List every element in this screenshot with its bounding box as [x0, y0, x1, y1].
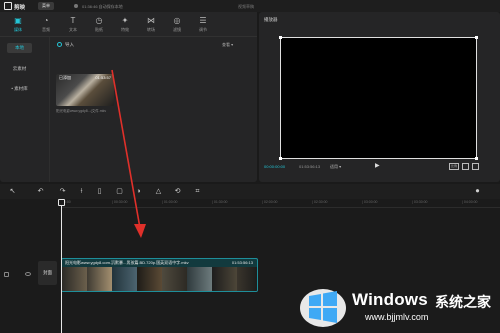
delete-icon[interactable]: ▯ — [95, 187, 104, 196]
project-title: 视频草稿 — [238, 3, 254, 9]
player-panel: 播放器 00:00:00:00 01:53:56:13 适用 ▾ ▶ 比例 — [259, 12, 500, 182]
watermark-brand-cn: 系统之家 — [435, 294, 491, 310]
media-thumbnail[interactable]: 已添加 01:53:57 — [56, 74, 114, 106]
cover-button[interactable]: 封面 — [38, 261, 57, 285]
tab-label: 调节 — [199, 26, 207, 32]
tick-label: | 01:30:00 — [212, 200, 228, 204]
ratio-button[interactable]: 比例 — [449, 163, 459, 170]
clip-frame — [87, 267, 112, 291]
nav-local[interactable]: 本地 — [7, 43, 32, 53]
clip-frame — [62, 267, 87, 291]
filter-icon: ◎ — [173, 16, 181, 25]
clip-duration: 01:53:56:13 — [231, 260, 253, 265]
clip-frame — [212, 267, 237, 291]
app-name: 剪映 — [14, 5, 26, 11]
added-badge: 已添加 — [59, 75, 71, 80]
tab-label: 转场 — [147, 26, 155, 32]
tab-label: 音频 — [42, 26, 50, 32]
media-source-nav: 本地 云素材 • 素材库 — [0, 37, 50, 182]
tab-transition[interactable]: ⋈ 转场 — [141, 14, 161, 34]
tab-effects[interactable]: ✦ 特效 — [115, 14, 135, 34]
tab-label: 贴纸 — [95, 26, 103, 32]
tab-label: 特效 — [121, 26, 129, 32]
tab-filter[interactable]: ◎ 滤镜 — [167, 14, 187, 34]
rotate-icon[interactable]: ⟲ — [173, 187, 182, 196]
thumbnail-filename: 阳光电影www.ygdy8...(文件.mkv — [56, 109, 107, 113]
crop-handle[interactable] — [475, 157, 478, 160]
tick-label: | 04:00:00 — [462, 200, 478, 204]
crop-handle[interactable] — [475, 36, 478, 39]
crop-handle[interactable] — [279, 157, 282, 160]
clip-duration: 01:53:57 — [95, 75, 111, 80]
timeline-clip[interactable]: 阳光电影www.ygdy8.com.沉默暴...男孩篇.BD.720p.国英双语… — [61, 258, 258, 292]
audio-icon: ◔ — [43, 16, 49, 25]
expand-icon[interactable] — [462, 163, 469, 170]
media-panel: ▣ 媒体 ◔ 音频 T 文本 ◷ 贴纸 ✦ 特效 ⋈ 转场 ◎ 滤镜 ☰ 调节 — [0, 12, 257, 182]
transition-icon: ⋈ — [147, 16, 155, 25]
tick-label: | 02:00:00 — [262, 200, 278, 204]
autosave-status-icon — [74, 4, 78, 8]
reverse-icon[interactable]: ◑ — [134, 187, 143, 196]
time-ruler: 00:00 | 00:30:00 | 01:00:00 | 01:30:00 |… — [62, 199, 500, 208]
clip-frame — [137, 267, 162, 291]
tick-label: | 03:30:00 — [412, 200, 428, 204]
undo-icon[interactable]: ↶ — [36, 187, 45, 196]
tab-adjust[interactable]: ☰ 调节 — [193, 14, 213, 34]
play-icon[interactable]: ▶ — [375, 163, 381, 169]
tick-label: | 01:00:00 — [162, 200, 178, 204]
fullscreen-icon[interactable] — [472, 163, 479, 170]
lock-icon[interactable] — [4, 272, 9, 277]
watermark-brand: Windows — [352, 290, 428, 309]
clip-frame — [187, 267, 212, 291]
crop-icon[interactable]: ⌗ — [193, 187, 202, 196]
clip-frame — [237, 267, 257, 291]
crop-handle[interactable] — [279, 36, 282, 39]
adjust-icon: ☰ — [199, 16, 207, 25]
total-time: 01:53:56:13 — [299, 164, 321, 169]
microphone-icon[interactable]: ⏺ — [473, 187, 482, 196]
media-icon: ▣ — [14, 16, 22, 25]
clip-frame — [162, 267, 187, 291]
tab-media[interactable]: ▣ 媒体 — [8, 14, 28, 34]
tab-text[interactable]: T 文本 — [63, 14, 83, 34]
tab-audio[interactable]: ◔ 音频 — [36, 14, 56, 34]
tab-sticker[interactable]: ◷ 贴纸 — [89, 14, 109, 34]
nav-library[interactable]: • 素材库 — [7, 84, 32, 94]
app-logo-icon — [4, 2, 12, 10]
nav-cloud[interactable]: 云素材 — [7, 64, 32, 74]
menu-button[interactable]: 菜单 — [38, 2, 54, 10]
split-icon[interactable]: ⟊ — [77, 187, 86, 196]
edit-toolbar: ↖ ↶ ↷ ⟊ ▯ ▢ ◑ △ ⟲ ⌗ ⏺ — [0, 184, 500, 199]
preview-screen[interactable] — [279, 36, 478, 160]
sticker-icon: ◷ — [95, 16, 103, 25]
clip-title: 阳光电影www.ygdy8.com.沉默暴...男孩篇.BD.720p.国英双语… — [65, 260, 189, 265]
tab-label: 媒体 — [14, 26, 22, 32]
autosave-text: 01:36:46 自动保存本地 — [82, 3, 123, 9]
media-grid: 导入 查看 ▾ 已添加 01:53:57 阳光电影www.ygdy8...(文件… — [50, 37, 257, 182]
import-button[interactable]: 导入 — [65, 42, 74, 48]
import-radio[interactable] — [57, 42, 62, 47]
playhead-handle[interactable] — [58, 199, 65, 206]
tick-label: | 02:30:00 — [312, 200, 328, 204]
player-title: 播放器 — [264, 17, 278, 22]
text-icon: T — [70, 16, 76, 25]
redo-icon[interactable]: ↷ — [58, 187, 67, 196]
quality-select[interactable]: 适用 ▾ — [330, 164, 341, 170]
mirror-icon[interactable]: △ — [154, 187, 163, 196]
clip-frame — [112, 267, 137, 291]
watermark-url: www.bjjmlv.com — [365, 312, 429, 322]
eye-icon[interactable] — [25, 272, 31, 276]
freeze-icon[interactable]: ▢ — [115, 187, 124, 196]
tick-label: | 00:30:00 — [112, 200, 128, 204]
tab-label: 文本 — [69, 26, 77, 32]
view-menu[interactable]: 查看 ▾ — [222, 42, 233, 48]
select-cursor-icon[interactable]: ↖ — [8, 187, 17, 196]
tick-label: | 03:00:00 — [362, 200, 378, 204]
effects-icon: ✦ — [121, 16, 129, 25]
current-time: 00:00:00:00 — [264, 164, 286, 169]
windows-logo-icon — [300, 289, 346, 327]
category-tabs: ▣ 媒体 ◔ 音频 T 文本 ◷ 贴纸 ✦ 特效 ⋈ 转场 ◎ 滤镜 ☰ 调节 — [0, 12, 257, 37]
playhead[interactable] — [61, 199, 62, 333]
tab-label: 滤镜 — [173, 26, 181, 32]
